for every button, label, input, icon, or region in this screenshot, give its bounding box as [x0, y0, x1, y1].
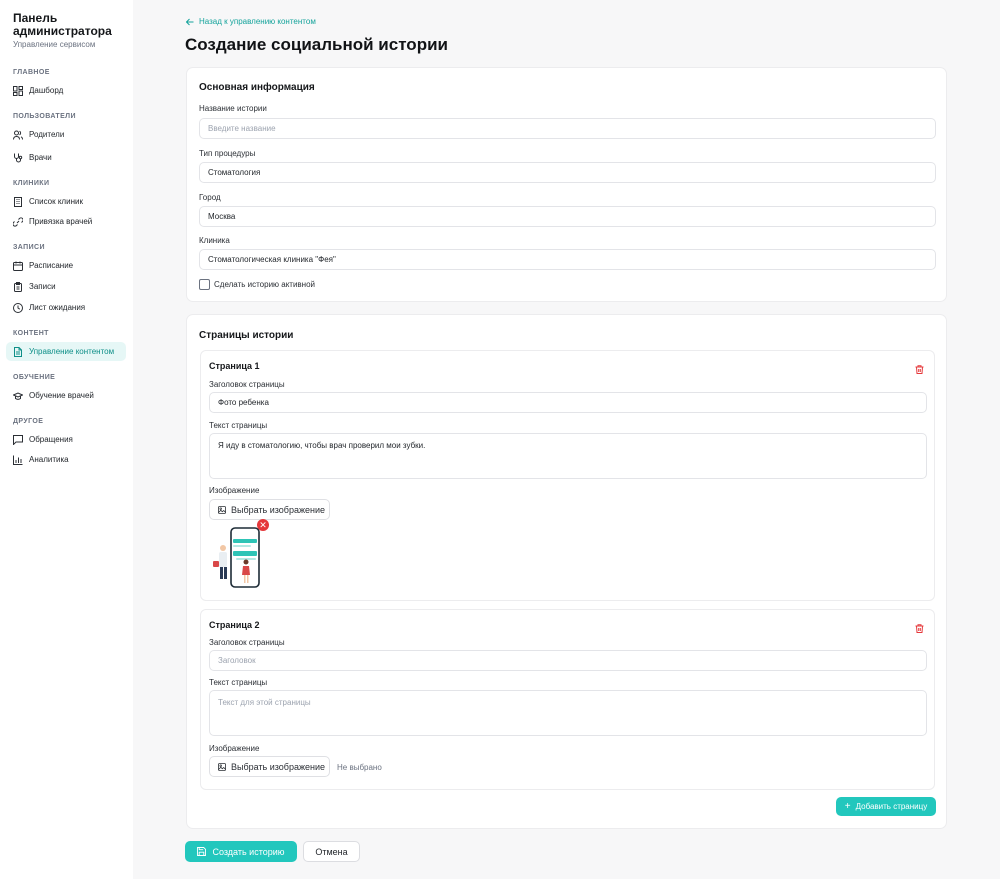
trash-icon[interactable]: [915, 620, 924, 633]
page-2-text-label: Текст страницы: [209, 678, 268, 687]
page-1-text-area[interactable]: Я иду в стоматологию, чтобы врач провери…: [209, 433, 927, 479]
uploaded-image-thumbnail: [209, 525, 261, 589]
city-label: Город: [199, 193, 221, 202]
back-link[interactable]: Назад к управлению контентом: [186, 17, 316, 26]
image-icon: [218, 505, 226, 514]
page-2-pick-image-button[interactable]: Выбрать изображение: [209, 756, 330, 777]
no-file-selected-text: Не выбрано: [337, 763, 382, 772]
story-name-label: Название истории: [199, 104, 267, 113]
sidebar-item-label: Обращения: [29, 435, 73, 444]
sidebar: Панель администратора Управление сервисо…: [0, 0, 133, 879]
file-text-icon: [13, 346, 23, 357]
nav-section-users: ПОЛЬЗОВАТЕЛИ: [13, 113, 76, 120]
sidebar-title: Панель администратора: [13, 11, 112, 38]
add-page-label: Добавить страницу: [855, 802, 928, 811]
nav-section-content: КОНТЕНТ: [13, 330, 49, 337]
clinic-select[interactable]: Стоматологическая клиника "Фея": [199, 249, 936, 270]
sidebar-item-label: Родители: [29, 130, 65, 139]
page-1-text-label: Текст страницы: [209, 421, 268, 430]
arrow-left-icon: [186, 18, 194, 25]
story-page-1: Страница 1 Заголовок страницы Фото ребен…: [200, 350, 935, 601]
active-checkbox[interactable]: [199, 279, 210, 290]
close-icon: ✕: [259, 520, 267, 530]
image-icon: [218, 762, 226, 771]
cancel-button[interactable]: Отмена: [303, 841, 360, 862]
page-2-heading-input[interactable]: Заголовок: [209, 650, 927, 671]
page-1-image-label: Изображение: [209, 486, 260, 495]
building-icon: [13, 196, 23, 207]
clipboard-icon: [13, 281, 23, 292]
basic-info-title: Основная информация: [199, 82, 315, 93]
sidebar-item-label: Список клиник: [29, 197, 83, 206]
users-icon: [13, 130, 23, 140]
sidebar-item-label: Дашборд: [29, 86, 64, 95]
grid-icon: [13, 85, 23, 96]
sidebar-item-waitlist[interactable]: Лист ожидания: [6, 298, 126, 317]
story-page-2: Страница 2 Заголовок страницы Заголовок …: [200, 609, 935, 790]
sidebar-item-dashboard[interactable]: Дашборд: [6, 81, 126, 100]
bar-chart-icon: [13, 455, 23, 465]
page-1-heading-input[interactable]: Фото ребенка: [209, 392, 927, 413]
clock-icon: [13, 302, 23, 313]
sidebar-item-schedule[interactable]: Расписание: [6, 256, 126, 275]
stethoscope-icon: [13, 153, 23, 163]
basic-info-card: Основная информация Название истории Вве…: [186, 67, 947, 302]
calendar-icon: [13, 261, 23, 271]
sidebar-item-doctors[interactable]: Врачи: [6, 148, 126, 167]
nav-section-training: ОБУЧЕНИЕ: [13, 374, 56, 381]
story-pages-card: Страницы истории Страница 1 Заголовок ст…: [186, 314, 947, 829]
sidebar-item-label: Лист ожидания: [29, 303, 86, 312]
sidebar-item-label: Записи: [29, 282, 56, 291]
plus-icon: +: [844, 801, 851, 812]
nav-section-main: ГЛАВНОЕ: [13, 69, 50, 76]
sidebar-item-content-management[interactable]: Управление контентом: [6, 342, 126, 361]
nav-section-records: ЗАПИСИ: [13, 244, 45, 251]
sidebar-subtitle: Управление сервисом: [13, 40, 96, 49]
page-2-image-label: Изображение: [209, 744, 260, 753]
sidebar-item-clinic-list[interactable]: Список клиник: [6, 192, 126, 211]
story-pages-title: Страницы истории: [199, 330, 294, 341]
page-1-heading-label: Заголовок страницы: [209, 380, 285, 389]
city-select[interactable]: Москва: [199, 206, 936, 227]
page-2-title: Страница 2: [209, 620, 260, 630]
active-checkbox-row[interactable]: Сделать историю активной: [199, 279, 315, 290]
remove-image-button[interactable]: ✕: [257, 519, 269, 531]
create-story-button[interactable]: Создать историю: [185, 841, 297, 862]
sidebar-item-label: Привязка врачей: [29, 217, 93, 226]
page-1-pick-image-button[interactable]: Выбрать изображение: [209, 499, 330, 520]
page-title: Создание социальной истории: [185, 35, 448, 54]
add-page-button[interactable]: + Добавить страницу: [836, 797, 936, 816]
page-1-title: Страница 1: [209, 361, 260, 371]
trash-icon[interactable]: [915, 361, 924, 374]
procedure-type-label: Тип процедуры: [199, 149, 256, 158]
clinic-label: Клиника: [199, 236, 230, 245]
create-story-label: Создать историю: [212, 846, 285, 857]
message-square-icon: [13, 434, 23, 445]
sidebar-item-doctor-training[interactable]: Обучение врачей: [6, 386, 126, 405]
sidebar-item-requests[interactable]: Обращения: [6, 430, 126, 449]
sidebar-item-label: Управление контентом: [29, 347, 115, 356]
back-link-label: Назад к управлению контентом: [199, 17, 316, 26]
sidebar-item-label: Аналитика: [29, 455, 69, 464]
page-2-text-area[interactable]: Текст для этой страницы: [209, 690, 927, 736]
active-checkbox-label: Сделать историю активной: [214, 280, 316, 289]
story-name-input[interactable]: Введите название: [199, 118, 936, 139]
sidebar-item-label: Расписание: [29, 261, 74, 270]
link-icon: [13, 216, 23, 227]
pick-image-label: Выбрать изображение: [231, 504, 326, 515]
procedure-type-select[interactable]: Стоматология: [199, 162, 936, 183]
sidebar-item-analytics[interactable]: Аналитика: [6, 450, 126, 469]
sidebar-item-label: Врачи: [29, 153, 52, 162]
nav-section-other: ДРУГОЕ: [13, 418, 44, 425]
page-2-heading-label: Заголовок страницы: [209, 638, 285, 647]
pick-image-label: Выбрать изображение: [231, 761, 326, 772]
sidebar-item-parents[interactable]: Родители: [6, 125, 126, 144]
nav-section-clinics: КЛИНИКИ: [13, 180, 50, 187]
graduation-cap-icon: [13, 391, 23, 401]
sidebar-item-appointments[interactable]: Записи: [6, 277, 126, 296]
sidebar-item-label: Обучение врачей: [29, 391, 94, 400]
sidebar-item-doctor-binding[interactable]: Привязка врачей: [6, 212, 126, 231]
save-icon: [197, 847, 207, 856]
